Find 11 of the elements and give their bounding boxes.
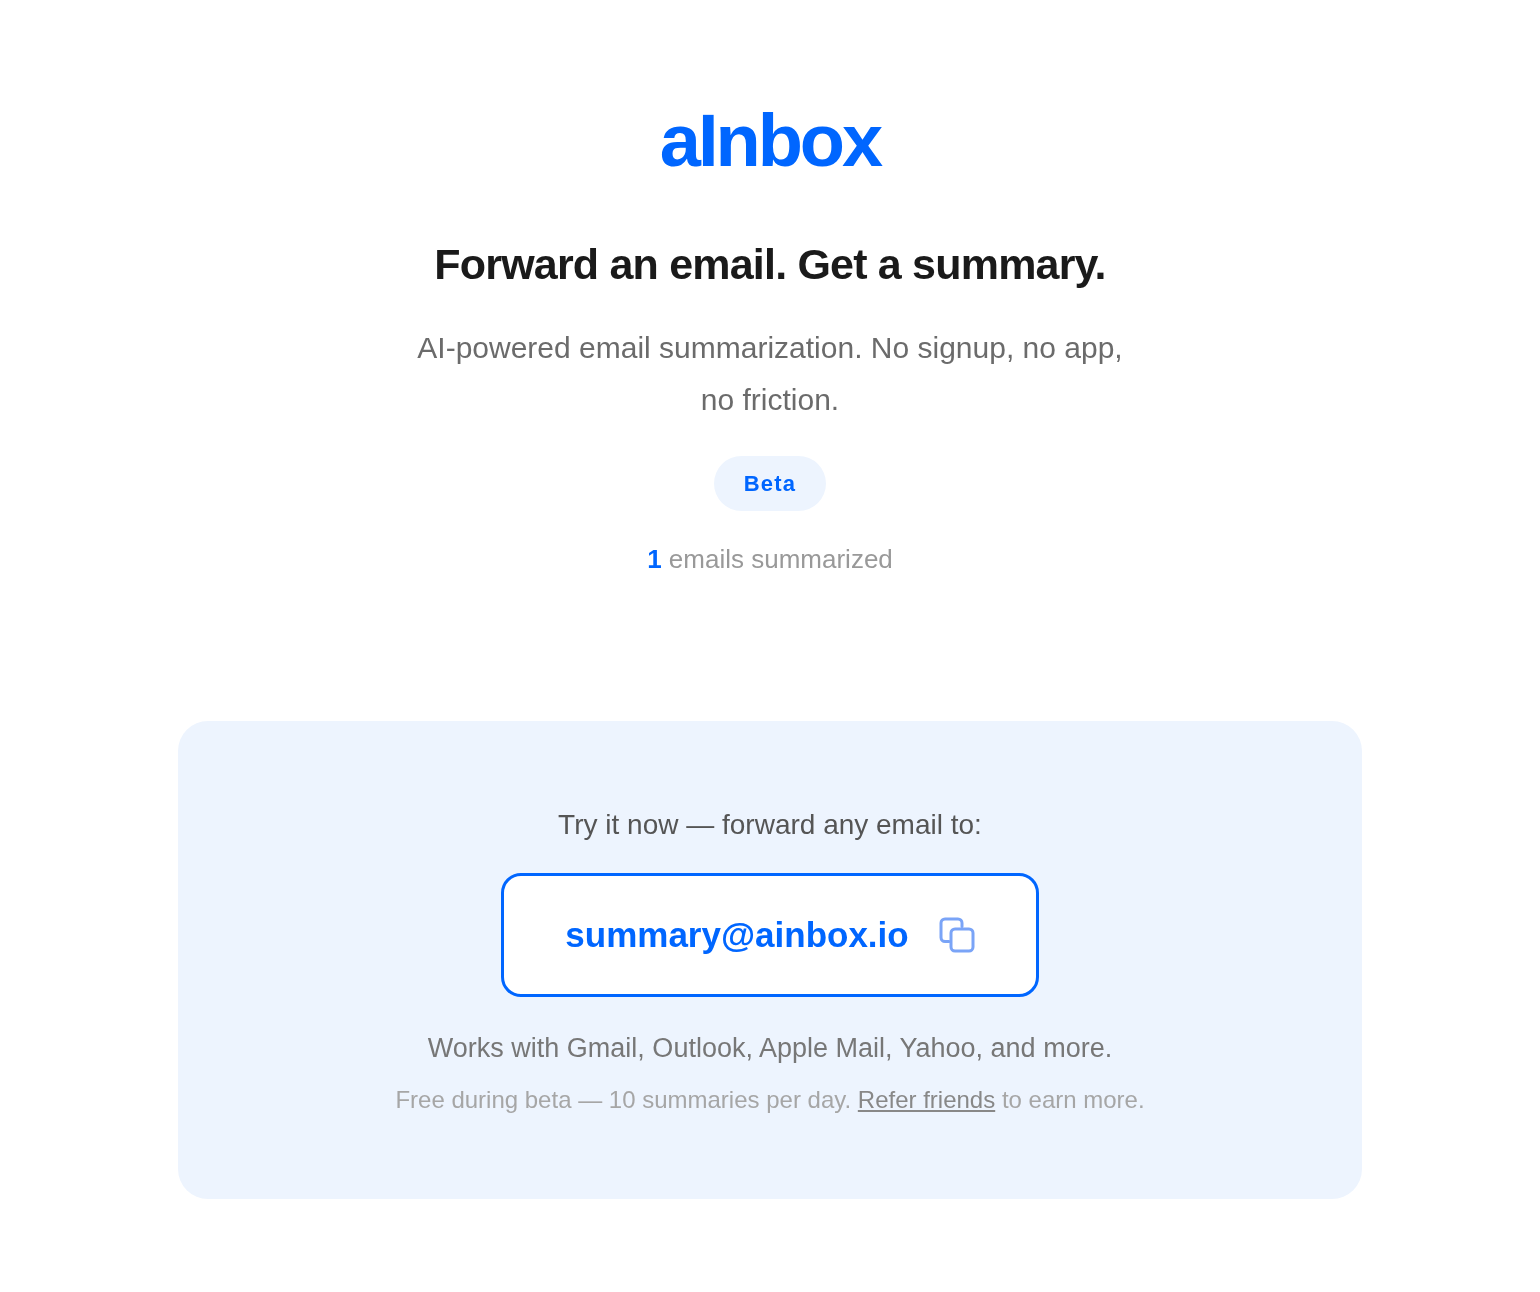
pricing-note: Free during beta — 10 summaries per day. Refer friends to earn more. [395,1085,1145,1115]
logo: aInbox [659,104,881,178]
refer-friends-link[interactable]: Refer friends [857,1086,996,1113]
summary-counter: 1 emails summarized [647,543,893,575]
hero-heading: Forward an email. Get a summary. [434,239,1106,290]
hero-subtitle: AI-powered email summarization. No signup, no app, no friction. [416,330,1124,418]
try-prompt: Try it now — forward any email to: [558,808,982,842]
email-copy-button[interactable]: summary@ainbox.io [501,873,1039,997]
copy-icon [938,917,975,953]
beta-badge: Beta [713,456,827,511]
compatibility-note: Works with Gmail, Outlook, Apple Mail, Yahoo, and more. [427,1032,1113,1065]
